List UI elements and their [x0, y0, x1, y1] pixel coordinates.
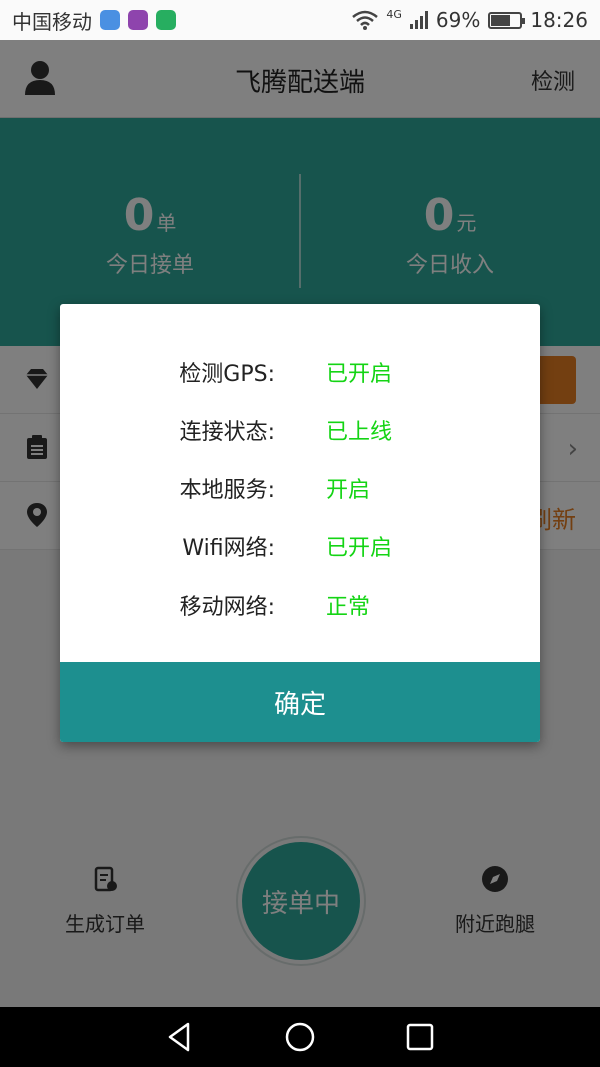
gps-row: 检测GPS: 已开启	[60, 348, 540, 388]
detection-dialog: 检测GPS: 已开启 连接状态: 已上线 本地服务: 开启 Wifi网络: 已开…	[60, 304, 540, 742]
gps-status: 已开启	[326, 362, 393, 387]
shop-app-icon	[156, 10, 176, 30]
recents-icon[interactable]	[402, 1019, 438, 1055]
connection-label: 连接状态:	[179, 420, 275, 445]
local-service-status: 开启	[326, 478, 371, 503]
gps-label: 检测GPS:	[179, 362, 275, 387]
clock: 18:26	[530, 8, 588, 32]
system-nav-bar	[0, 1007, 600, 1067]
local-service-label: 本地服务:	[179, 478, 275, 503]
connection-status: 已上线	[326, 420, 393, 445]
battery-icon	[488, 11, 526, 29]
wifi-row: Wifi网络: 已开启	[60, 522, 540, 562]
wifi-label: Wifi网络:	[182, 536, 275, 561]
signal-icon	[409, 11, 428, 29]
local-service-row: 本地服务: 开启	[60, 464, 540, 504]
gallery-app-icon	[128, 10, 148, 30]
battery-percent: 69%	[435, 8, 481, 32]
location-app-icon	[100, 10, 120, 30]
mobile-network-row: 移动网络: 正常	[60, 581, 540, 621]
carrier-name: 中国移动	[12, 9, 92, 34]
back-icon[interactable]	[162, 1019, 198, 1055]
wifi-status: 已开启	[326, 536, 393, 561]
connection-row: 连接状态: 已上线	[60, 406, 540, 446]
detection-results: 检测GPS: 已开启 连接状态: 已上线 本地服务: 开启 Wifi网络: 已开…	[60, 304, 540, 662]
mobile-network-label: 移动网络:	[179, 595, 275, 620]
wifi-icon	[352, 10, 379, 30]
network-type: 4G	[386, 8, 402, 21]
status-bar: 中国移动 4G 69% 18:26	[0, 0, 600, 40]
home-icon[interactable]	[282, 1019, 318, 1055]
confirm-button[interactable]: 确定	[60, 662, 540, 742]
mobile-network-status: 正常	[326, 595, 371, 620]
